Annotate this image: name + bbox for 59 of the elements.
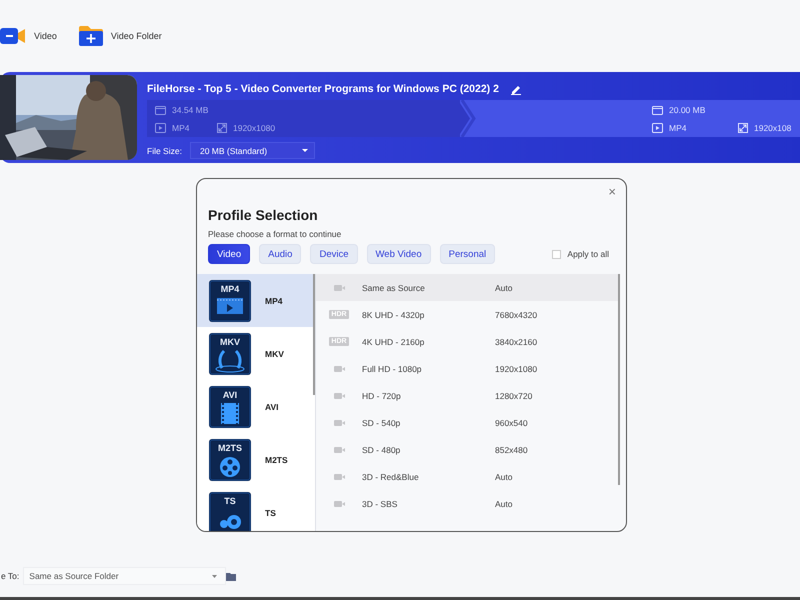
video-title: FileHorse - Top 5 - Video Converter Programs for Windows PC (2022) 2 [147,83,499,95]
format-icon: M2TS [209,438,251,480]
save-to-dropdown[interactable]: Same as Source Folder [23,567,226,585]
toolbar-button-label[interactable]: Video [34,31,57,41]
format-item[interactable]: MKV MKV [197,327,315,380]
format-item[interactable]: MP4 MP4 [197,274,315,327]
format-item[interactable]: M2TS M2TS [197,433,315,486]
file-size-dropdown[interactable]: 20 MB (Standard) [190,142,315,159]
apply-checkbox[interactable] [552,250,562,258]
resolution-text: 1920x1080 [233,122,276,132]
folder-icon [652,104,663,114]
preset-row[interactable]: HD - 720p 1280x720 [316,382,620,409]
edit-icon [510,83,521,95]
format-text: MP4 [669,122,686,132]
folder-icon [226,572,236,580]
camera-icon [334,472,344,480]
resize-icon [738,122,748,132]
camera-icon [334,446,344,454]
format-tab[interactable]: Device [310,244,358,264]
format-icon: MP4 [209,280,251,322]
file-size-text: 20.00 MB [669,104,706,114]
preset-row[interactable]: SD - 540p 960x540 [316,409,620,436]
preset-row[interactable]: Full HD - 1080p 1920x1080 [316,355,620,382]
format-icon: TS [209,492,251,531]
camera-icon [334,418,344,426]
camera-icon [334,500,344,508]
format-tab[interactable]: Personal [440,244,496,264]
format-tab[interactable]: Audio [259,244,302,264]
toolbar-button-label[interactable]: Video Folder [110,31,162,41]
format-text: MP4 [172,122,190,132]
file-size-label: File Size: [147,146,182,156]
preset-row[interactable]: Same as Source Auto [316,274,620,301]
caret-icon [212,574,218,578]
resize-icon [217,122,227,132]
format-tab[interactable]: Video [208,244,250,264]
format-tab[interactable]: Web Video [366,244,431,264]
preset-row[interactable]: SD - 480p 852x480 [316,436,620,463]
caret-icon [302,149,308,152]
video-file-icon [155,122,166,132]
preset-row[interactable]: 3D - SBS Auto [316,490,620,517]
save-to-label: e To: [1,571,20,581]
camera-icon [334,392,344,400]
file-size-text: 34.54 MB [172,104,208,114]
camera-icon [334,284,344,292]
format-item[interactable]: AVI AVI [197,380,315,433]
camera-icon [334,364,344,372]
video-file-icon [652,122,663,132]
apply-label[interactable]: Apply to all [567,249,609,259]
folder-add-icon [78,25,103,47]
dialog-subtitle: Please choose a format to continue [208,229,342,239]
format-item[interactable]: TS TS [197,486,315,531]
format-icon: AVI [209,386,251,428]
folder-icon [155,104,166,114]
format-icon: MKV [209,332,251,374]
video-add-icon [0,26,26,46]
dialog-title: Profile Selection [208,207,319,223]
preset-row[interactable]: 3D - Red&Blue Auto [316,463,620,490]
resolution-text: 1920x108 [754,122,792,132]
close-button[interactable]: × [604,185,620,198]
